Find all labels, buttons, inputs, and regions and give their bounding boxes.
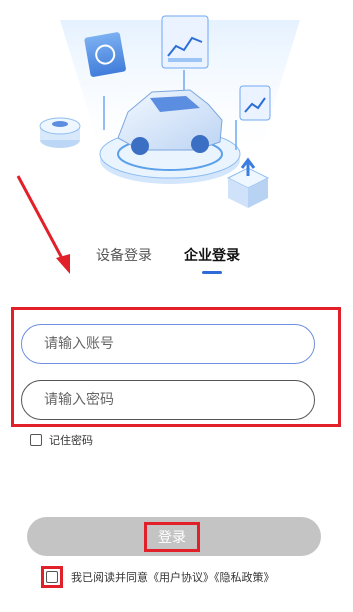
active-tab-indicator [202, 271, 222, 274]
login-tabs: 设备登录 企业登录 [0, 246, 353, 280]
agreement-checkbox-annotation[interactable] [41, 566, 63, 588]
password-input[interactable] [42, 391, 296, 409]
remember-label: 记住密码 [49, 434, 93, 447]
privacy-policy-link[interactable]: 《隐私政策》 [214, 571, 275, 584]
password-field[interactable] [21, 380, 315, 420]
tab-enterprise-login[interactable]: 企业登录 [184, 246, 240, 266]
remember-password[interactable]: 记住密码 [30, 432, 93, 448]
agreement-prefix: 我已阅读并同意 [71, 571, 148, 584]
agreement-checkbox[interactable] [46, 571, 58, 583]
agreement-text: 我已阅读并同意《用户协议》《隐私政策》 [71, 569, 275, 585]
login-button-label[interactable]: 登录 [144, 522, 200, 552]
agreement-row: 我已阅读并同意《用户协议》《隐私政策》 [41, 566, 275, 588]
login-label-text: 登录 [158, 530, 186, 546]
account-input[interactable] [42, 335, 296, 353]
remember-checkbox[interactable] [30, 434, 42, 446]
hero-illustration [39, 15, 300, 208]
tab-device-login[interactable]: 设备登录 [96, 246, 152, 266]
account-field[interactable] [21, 324, 315, 364]
user-agreement-link[interactable]: 《用户协议》 [148, 571, 214, 584]
